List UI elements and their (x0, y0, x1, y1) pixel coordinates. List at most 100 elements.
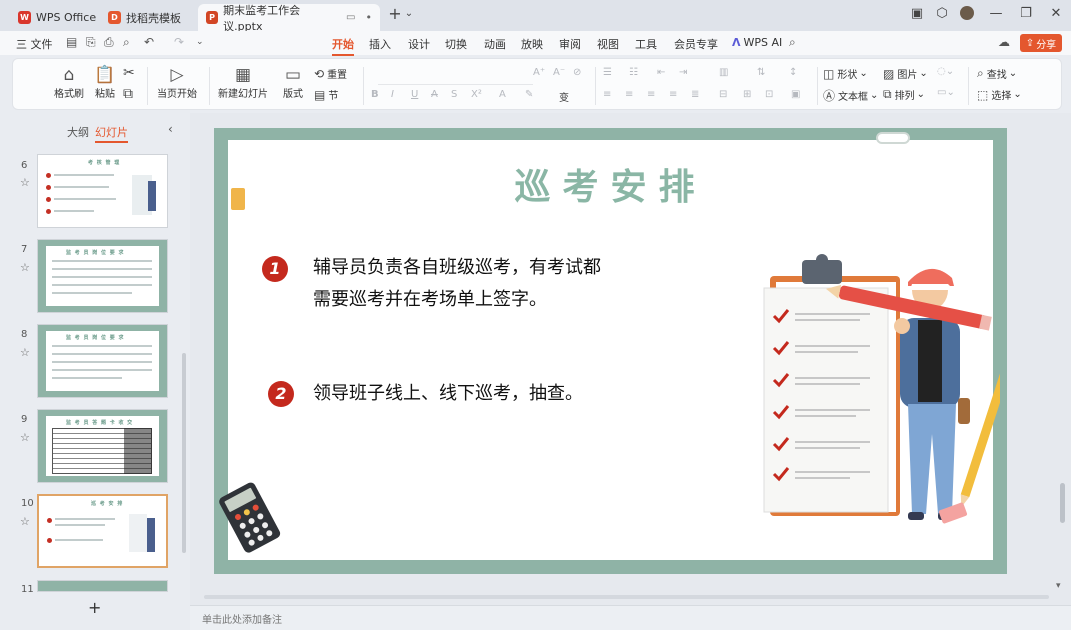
file-menu[interactable]: 三 文件 (16, 36, 53, 52)
layout-button[interactable]: ▭ 版式 (275, 65, 311, 100)
reset-button[interactable]: ⟲ 重置 (314, 66, 347, 82)
font-grow-icon[interactable]: A⁺ (533, 67, 545, 78)
justify-icon[interactable]: ≡ (669, 89, 677, 100)
menu-home[interactable]: 开始 (332, 36, 354, 56)
highlight-icon[interactable]: ✎ (525, 89, 533, 100)
collapse-panel-icon[interactable]: ‹ (168, 122, 173, 136)
tab-docer[interactable]: D 找稻壳模板 (100, 4, 189, 31)
star-icon[interactable]: ☆ (20, 176, 30, 189)
copy-button[interactable]: ⧉ (123, 86, 136, 102)
quick-access-dropdown-icon[interactable]: ⌄ (196, 37, 204, 47)
find-button[interactable]: ⌕ 查找 ⌄ (977, 66, 1017, 81)
skin-icon[interactable]: ⬡ (931, 6, 953, 21)
slide-thumbnail-8[interactable]: 监 考 员 岗 位 要 求 (37, 324, 168, 398)
slide-title[interactable]: 巡考安排 (228, 158, 993, 210)
line-spacing-icon[interactable]: ↕ (789, 67, 797, 78)
vertical-align-icon[interactable]: ⊟ (719, 89, 727, 100)
star-icon[interactable]: ☆ (20, 515, 30, 528)
menu-design[interactable]: 设计 (408, 36, 430, 52)
bullet-item-1[interactable]: 辅导员负责各自班级巡考，有考试都 需要巡考并在考场单上签字。 (313, 252, 601, 316)
maximize-icon[interactable]: ❐ (1015, 6, 1037, 21)
share-button[interactable]: ⇪ 分享 (1020, 34, 1062, 52)
underline-icon[interactable]: U (411, 89, 418, 100)
redo-icon[interactable]: ↷ (174, 35, 184, 49)
undo-icon[interactable]: ↶ (144, 35, 154, 49)
numbering-icon[interactable]: ☷ (629, 67, 638, 78)
distribute-icon[interactable]: ≣ (691, 89, 699, 100)
outline-icon[interactable]: ▭⌄ (937, 87, 955, 98)
star-icon[interactable]: ☆ (20, 261, 30, 274)
slide-thumbnail-7[interactable]: 监 考 员 岗 位 要 求 (37, 239, 168, 313)
shape-button[interactable]: ◫ 形状 ⌄ (823, 66, 868, 82)
strikethrough-icon[interactable]: A (431, 89, 438, 100)
new-slide-button[interactable]: ▦ 新建幻灯片 (217, 65, 269, 100)
paragraph-settings-icon[interactable]: ▣ (791, 89, 800, 100)
menu-review[interactable]: 审阅 (559, 36, 581, 52)
close-tab-icon[interactable]: • (366, 11, 373, 24)
slide-canvas[interactable]: 巡考安排 1 辅导员负责各自班级巡考，有考试都 需要巡考并在考场单上签字。 2 … (214, 128, 1007, 574)
arrange-button[interactable]: ⧉ 排列 ⌄ (883, 87, 925, 102)
clear-format-icon[interactable]: ⊘ (573, 67, 581, 78)
tab-document[interactable]: P 期末监考工作会议.pptx ▭ • (198, 4, 380, 33)
tab-outline[interactable]: 大纲 (67, 124, 89, 140)
minimize-icon[interactable]: — (985, 6, 1007, 21)
save-icon[interactable]: ▤ (66, 35, 77, 49)
menu-animation[interactable]: 动画 (484, 36, 506, 52)
bullet-item-2[interactable]: 领导班子线上、线下巡考，抽查。 (313, 378, 583, 410)
print-icon[interactable]: ⎙ (104, 35, 114, 50)
menu-tools[interactable]: 工具 (635, 36, 657, 52)
columns-icon[interactable]: ▥ (719, 67, 728, 78)
tab-window-icon[interactable]: ▭ (346, 12, 355, 23)
font-name-input[interactable] (378, 67, 533, 85)
cloud-sync-icon[interactable]: ☁ (998, 35, 1010, 49)
slide-thumbnail-6[interactable]: 考 核 管 理 (37, 154, 168, 228)
shadow-icon[interactable]: S (451, 89, 457, 100)
window-layout-icon[interactable]: ▣ (906, 6, 928, 21)
menu-slideshow[interactable]: 放映 (521, 36, 543, 52)
avatar[interactable] (956, 6, 978, 24)
fill-icon[interactable]: ◌⌄ (937, 66, 954, 77)
star-icon[interactable]: ☆ (20, 431, 30, 444)
close-window-icon[interactable]: ✕ (1045, 6, 1067, 21)
tab-slides[interactable]: 幻灯片 (95, 124, 128, 143)
font-color-icon[interactable]: A (499, 89, 506, 100)
italic-icon[interactable]: I (391, 89, 394, 100)
paste-button[interactable]: 📋 粘贴 (87, 65, 123, 100)
select-button[interactable]: ⬚ 选择 ⌄ (977, 87, 1022, 103)
editor-horizontal-scrollbar[interactable] (204, 595, 1049, 599)
menu-transition[interactable]: 切换 (445, 36, 467, 52)
menu-insert[interactable]: 插入 (369, 36, 391, 52)
decrease-indent-icon[interactable]: ⇤ (657, 67, 665, 78)
tab-dropdown-icon[interactable]: ⌄ (398, 8, 420, 19)
textbox-button[interactable]: Ⓐ 文本框 ⌄ (823, 87, 878, 104)
text-direction-icon[interactable]: ⇅ (757, 67, 765, 78)
convert-smartart-icon[interactable]: ⊡ (765, 89, 773, 100)
align-center-icon[interactable]: ≡ (625, 89, 633, 100)
tab-wps-office[interactable]: W WPS Office (10, 4, 104, 31)
add-slide-button[interactable]: + (88, 598, 101, 617)
menu-member[interactable]: 会员专享 (674, 36, 718, 52)
increase-indent-icon[interactable]: ⇥ (679, 67, 687, 78)
wps-ai-button[interactable]: Ʌ WPS AI (732, 36, 782, 49)
cut-button[interactable]: ✂ (123, 65, 138, 81)
align-left-icon[interactable]: ≡ (603, 89, 611, 100)
bullets-icon[interactable]: ☰ (603, 67, 612, 78)
export-icon[interactable]: ⎘ (86, 35, 96, 50)
bold-icon[interactable]: B (371, 89, 379, 100)
align-right-icon[interactable]: ≡ (647, 89, 655, 100)
font-shrink-icon[interactable]: A⁻ (553, 67, 565, 78)
play-current-button[interactable]: ▷ 当页开始 (155, 65, 199, 100)
scroll-down-icon[interactable]: ▾ (1056, 581, 1061, 591)
superscript-icon[interactable]: X² (471, 89, 482, 100)
slide-thumbnail-11[interactable] (37, 580, 168, 592)
picture-button[interactable]: ▨ 图片 ⌄ (883, 66, 928, 82)
panel-scrollbar[interactable] (182, 353, 186, 553)
slide-thumbnail-10[interactable]: 巡 考 安 排 (37, 494, 168, 568)
notes-pane[interactable]: 单击此处添加备注 (190, 605, 1071, 630)
section-button[interactable]: ▤ 节 (314, 87, 338, 103)
star-icon[interactable]: ☆ (20, 346, 30, 359)
menu-view[interactable]: 视图 (597, 36, 619, 52)
slide-thumbnail-9[interactable]: 监 考 员 答 题 卡 收 交 (37, 409, 168, 483)
print-preview-icon[interactable]: ⌕ (123, 35, 130, 50)
text-box-align-icon[interactable]: ⊞ (743, 89, 751, 100)
